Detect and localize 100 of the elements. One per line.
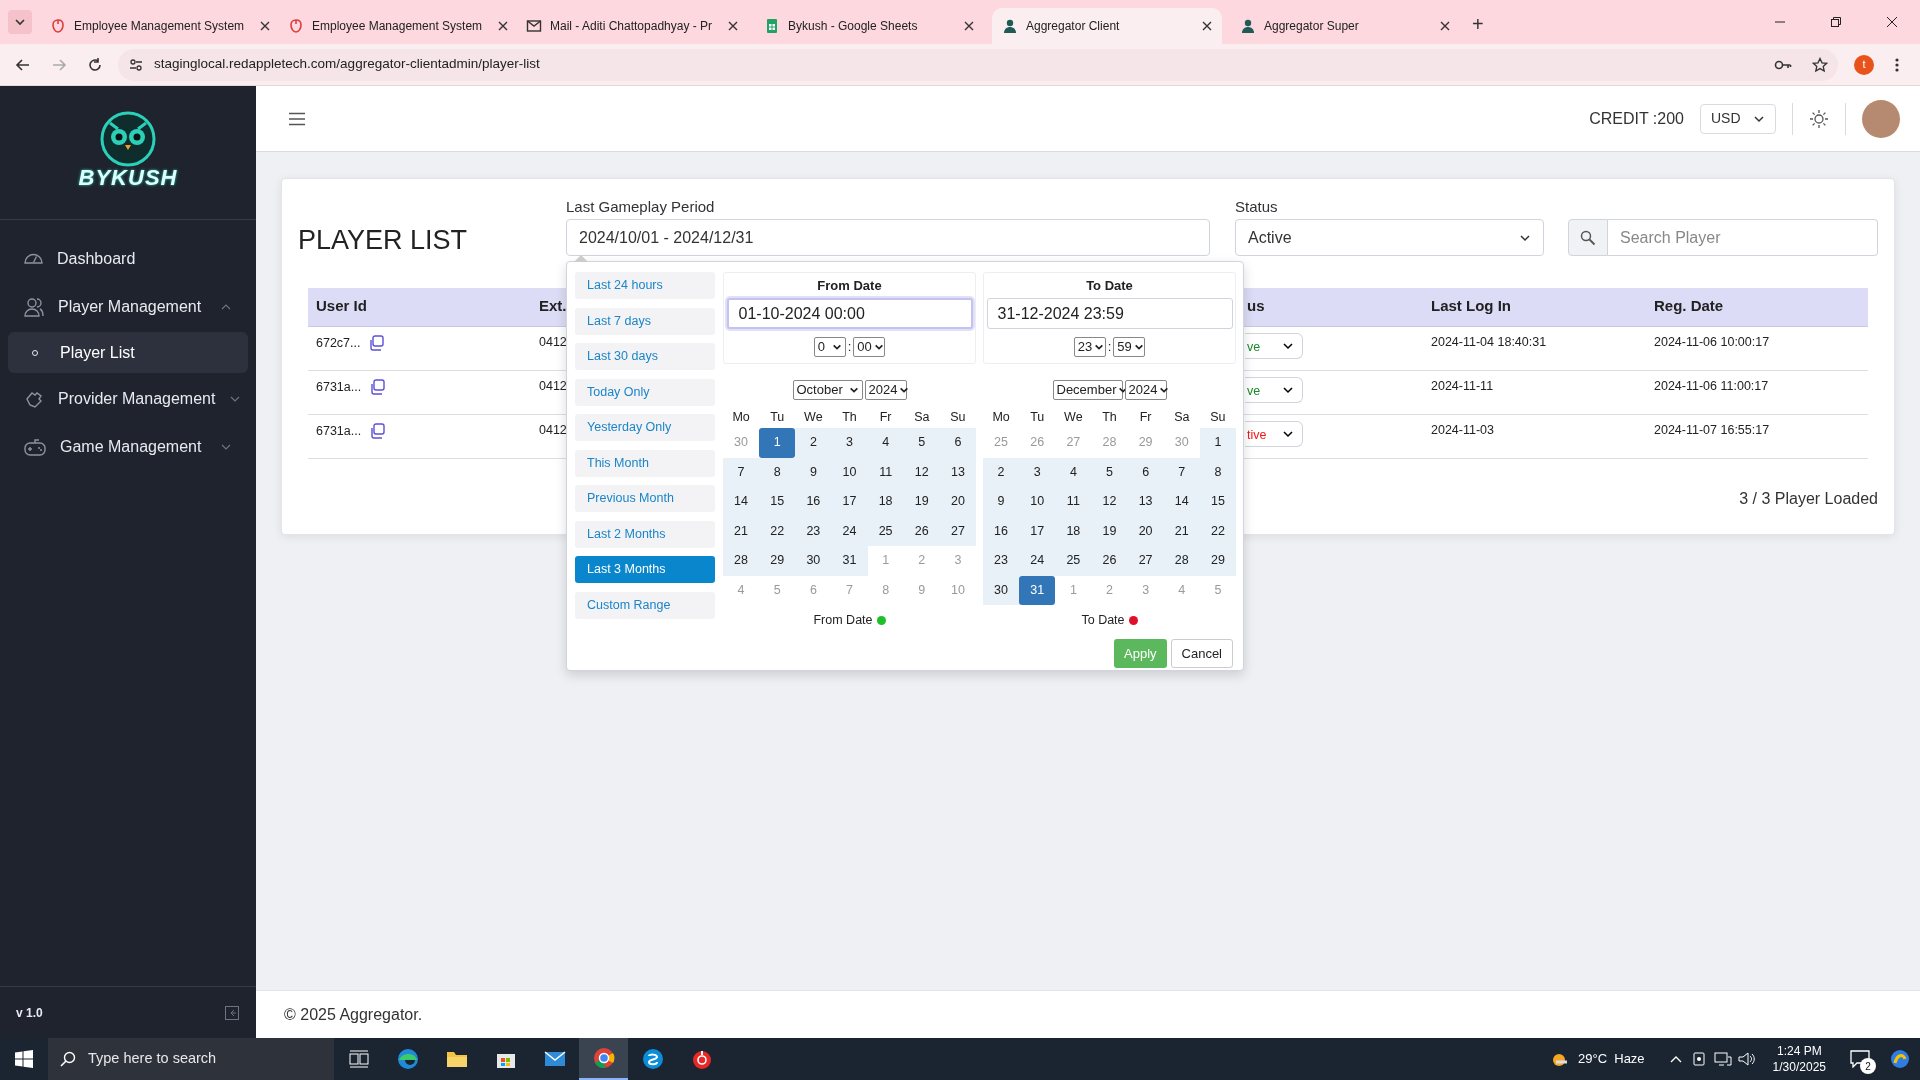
date-time-field[interactable]: 31-12-2024 23:59 — [986, 298, 1233, 329]
user-avatar[interactable] — [1862, 99, 1900, 138]
calendar-day[interactable]: 3 — [1019, 457, 1056, 487]
calendar-day[interactable]: 21 — [723, 516, 760, 546]
taskbar-search-field[interactable]: Type here to search — [48, 1038, 334, 1080]
close-icon[interactable] — [498, 21, 509, 31]
calendar-day[interactable]: 29 — [759, 546, 796, 576]
month-select[interactable]: December — [1052, 380, 1123, 400]
range-option[interactable]: Previous Month — [575, 485, 715, 512]
year-select[interactable]: 2024 — [1124, 380, 1167, 400]
year-select[interactable]: 2024 — [864, 380, 907, 400]
month-select[interactable]: October — [792, 380, 863, 400]
calendar-day[interactable]: 14 — [1163, 487, 1200, 517]
calendar-day[interactable]: 6 — [939, 428, 976, 458]
calendar-day[interactable]: 28 — [723, 546, 760, 576]
calendar-day[interactable]: 10 — [831, 457, 868, 487]
new-tab-button[interactable]: + — [1472, 14, 1484, 34]
calendar-day[interactable]: 9 — [983, 487, 1020, 517]
status-select[interactable]: tive — [1245, 420, 1303, 447]
calendar-day[interactable]: 16 — [983, 516, 1020, 546]
calendar-day[interactable]: 30 — [795, 546, 832, 576]
hour-select[interactable]: 23 — [1073, 337, 1106, 357]
browser-tab[interactable]: Employee Management System — [278, 8, 508, 44]
close-icon[interactable] — [964, 21, 974, 31]
browser-tab[interactable]: Bykush - Google Sheets — [754, 8, 984, 44]
date-time-field[interactable]: 01-10-2024 00:00 — [726, 298, 973, 329]
calendar-day[interactable]: 28 — [1163, 546, 1200, 576]
calendar-day[interactable]: 10 — [1019, 487, 1056, 517]
close-icon[interactable] — [1440, 21, 1450, 31]
calendar-day[interactable]: 18 — [867, 487, 904, 517]
calendar-day[interactable]: 25 — [1055, 546, 1092, 576]
close-icon[interactable] — [1202, 21, 1212, 31]
range-option[interactable]: Last 2 Months — [575, 520, 715, 548]
status-select[interactable]: Active — [1235, 219, 1544, 256]
calendar-day[interactable]: 13 — [1127, 487, 1164, 517]
calendar-day[interactable]: 30 — [983, 575, 1020, 605]
profile-avatar[interactable]: t — [1854, 54, 1874, 75]
calendar-day[interactable]: 18 — [1055, 516, 1092, 546]
range-option[interactable]: Today Only — [575, 378, 715, 406]
calendar-day[interactable]: 9 — [795, 457, 832, 487]
theme-toggle-icon[interactable] — [1809, 108, 1829, 129]
currency-select[interactable]: USD — [1700, 103, 1776, 134]
calendar-day[interactable]: 1 — [1199, 428, 1236, 458]
tab-search-icon[interactable] — [8, 10, 32, 34]
range-option[interactable]: This Month — [575, 449, 715, 477]
date-range-field[interactable]: 2024/10/01 - 2024/12/31 — [566, 219, 1210, 256]
calendar-day[interactable]: 4 — [1055, 457, 1092, 487]
search-field[interactable]: Search Player — [1608, 219, 1878, 256]
calendar-day[interactable]: 5 — [1091, 457, 1128, 487]
calendar-day[interactable]: 20 — [939, 487, 976, 517]
browser-tab[interactable]: Mail - Aditi Chattopadhyay - Pr — [516, 8, 746, 44]
calendar-day[interactable]: 4 — [867, 428, 904, 458]
calendar-day[interactable]: 16 — [795, 487, 832, 517]
menu-icon[interactable] — [288, 111, 306, 126]
calendar-day[interactable]: 29 — [1199, 546, 1236, 576]
calendar-day[interactable]: 24 — [831, 516, 868, 546]
star-icon[interactable] — [1812, 56, 1828, 73]
calendar-day[interactable]: 19 — [903, 487, 940, 517]
browser-tab[interactable]: Aggregator Client — [992, 8, 1222, 44]
calendar-day[interactable]: 19 — [1091, 516, 1128, 546]
sidebar-item[interactable]: Player Management — [8, 284, 248, 329]
calendar-day[interactable]: 12 — [1091, 487, 1128, 517]
sidebar-item[interactable]: Provider Management — [8, 376, 248, 421]
calendar-day[interactable]: 3 — [831, 428, 868, 458]
calendar-day[interactable]: 17 — [831, 487, 868, 517]
calendar-day[interactable]: 8 — [759, 457, 796, 487]
calendar-day[interactable]: 14 — [723, 487, 760, 517]
copy-icon[interactable] — [369, 378, 386, 395]
calendar-day[interactable]: 11 — [1055, 487, 1092, 517]
minute-select[interactable]: 59 — [1113, 337, 1146, 357]
calendar-day[interactable]: 2 — [795, 428, 832, 458]
site-settings-icon[interactable] — [128, 56, 144, 73]
range-option[interactable]: Last 30 days — [575, 343, 715, 370]
calendar-day[interactable]: 31 — [831, 546, 868, 576]
calendar-day[interactable]: 15 — [1199, 487, 1236, 517]
collapse-icon[interactable] — [224, 1004, 240, 1021]
sidebar-item[interactable]: Game Management — [8, 424, 248, 469]
calendar-day[interactable]: 27 — [1127, 546, 1164, 576]
browser-tab[interactable]: Aggregator Super — [1230, 8, 1460, 44]
calendar-day[interactable]: 23 — [795, 516, 832, 546]
range-option[interactable]: Yesterday Only — [575, 414, 715, 441]
calendar-day[interactable]: 1 — [759, 428, 796, 458]
hour-select[interactable]: 0 — [813, 337, 846, 357]
copy-icon[interactable] — [368, 334, 385, 351]
minute-select[interactable]: 00 — [853, 337, 886, 357]
key-icon[interactable] — [1774, 58, 1792, 71]
copy-icon[interactable] — [369, 422, 386, 439]
close-icon[interactable] — [260, 21, 271, 31]
calendar-day[interactable]: 6 — [1127, 457, 1164, 487]
calendar-day[interactable]: 17 — [1019, 516, 1056, 546]
calendar-day[interactable]: 23 — [983, 546, 1020, 576]
calendar-day[interactable]: 15 — [759, 487, 796, 517]
calendar-day[interactable]: 22 — [759, 516, 796, 546]
notifications-icon[interactable] — [1850, 1050, 1870, 1068]
calendar-day[interactable]: 24 — [1019, 546, 1056, 576]
status-select[interactable]: ve — [1245, 376, 1303, 403]
calendar-day[interactable]: 26 — [1091, 546, 1128, 576]
calendar-day[interactable]: 31 — [1019, 575, 1056, 605]
sidebar-subitem[interactable]: Player List — [8, 332, 248, 373]
cancel-button[interactable]: Cancel — [1170, 638, 1233, 668]
